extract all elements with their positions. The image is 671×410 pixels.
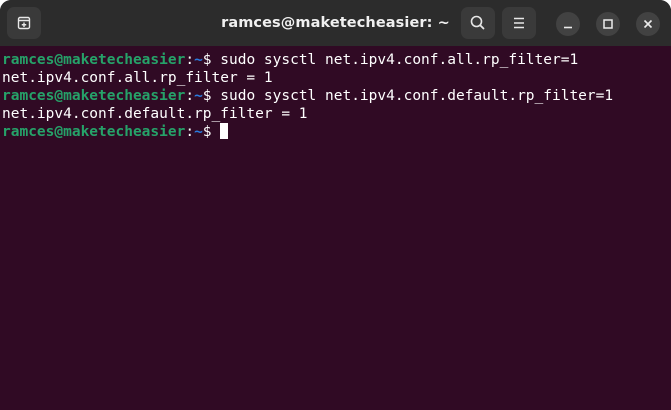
prompt-path: ~ xyxy=(194,124,203,140)
prompt-symbol: $ xyxy=(202,88,212,104)
command-text xyxy=(212,124,221,140)
title-bar[interactable]: ramces@maketecheasier: ~ xyxy=(0,0,671,46)
terminal-line-output: net.ipv4.conf.default.rp_filter = 1 xyxy=(2,106,308,122)
terminal-window: ramces@maketecheasier: ~ ramces@maketech… xyxy=(0,0,671,410)
prompt-colon: : xyxy=(185,52,195,68)
terminal-output[interactable]: ramces@maketecheasier:~$ sudo sysctl net… xyxy=(0,46,671,410)
prompt-colon: : xyxy=(185,88,195,104)
prompt-user-host: ramces@maketecheasier xyxy=(2,52,186,68)
command-text: sudo sysctl net.ipv4.conf.all.rp_filter=… xyxy=(211,52,579,68)
text-cursor xyxy=(220,123,229,139)
prompt-symbol: $ xyxy=(202,124,212,140)
menu-button[interactable] xyxy=(502,7,536,39)
prompt-user-host: ramces@maketecheasier xyxy=(2,88,186,104)
search-button[interactable] xyxy=(461,7,495,39)
new-tab-button[interactable] xyxy=(7,7,41,39)
terminal-line-command: ramces@maketecheasier:~$ sudo sysctl net… xyxy=(2,51,671,69)
close-button[interactable] xyxy=(636,12,660,36)
terminal-line-command: ramces@maketecheasier:~$ sudo sysctl net… xyxy=(2,87,671,105)
terminal-line-output: net.ipv4.conf.all.rp_filter = 1 xyxy=(2,70,273,86)
terminal-line-prompt[interactable]: ramces@maketecheasier:~$ xyxy=(2,123,671,141)
command-text: sudo sysctl net.ipv4.conf.default.rp_fil… xyxy=(211,88,614,104)
minimize-button[interactable] xyxy=(556,12,580,36)
prompt-path: ~ xyxy=(194,88,203,104)
prompt-symbol: $ xyxy=(202,52,212,68)
prompt-colon: : xyxy=(185,124,195,140)
prompt-path: ~ xyxy=(194,52,203,68)
maximize-button[interactable] xyxy=(596,12,620,36)
prompt-user-host: ramces@maketecheasier xyxy=(2,124,186,140)
